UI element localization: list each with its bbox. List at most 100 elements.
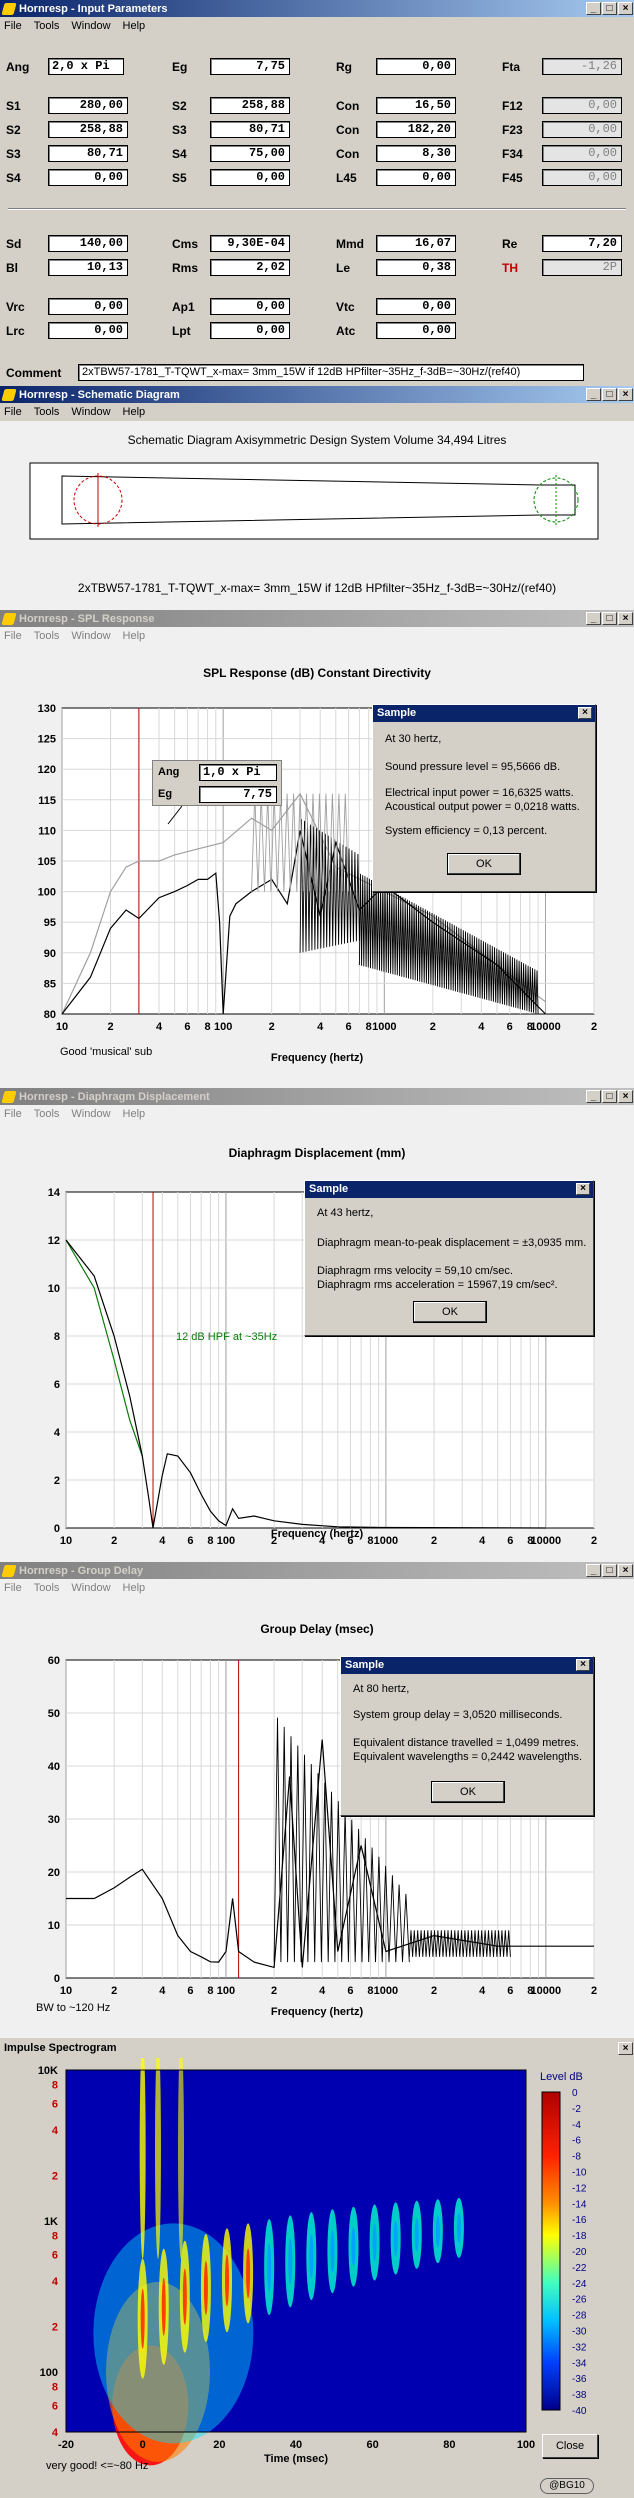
menu-file[interactable]: File <box>4 1108 22 1120</box>
dialog-title: Sample <box>305 1181 593 1198</box>
menu-tools[interactable]: Tools <box>34 630 60 642</box>
param-field-bl[interactable]: 10,13 <box>48 259 128 276</box>
x-tick-label: 100 <box>217 1985 235 1997</box>
menu-file[interactable]: File <box>4 406 22 418</box>
schematic-drawing <box>29 462 599 540</box>
ok-button[interactable]: OK <box>413 1301 487 1323</box>
comment-field[interactable]: 2xTBW57-1781_T-TQWT_x-max= 3mm_15W if 12… <box>78 364 584 381</box>
maximize-button[interactable]: □ <box>602 388 617 401</box>
schematic-titlebar[interactable]: Hornresp - Schematic Diagram _ □ × <box>0 386 634 403</box>
param-field-con[interactable]: 16,50 <box>376 97 456 114</box>
param-field-sd[interactable]: 140,00 <box>48 235 128 252</box>
close-button[interactable]: × <box>618 2 633 15</box>
menu-help[interactable]: Help <box>123 406 146 418</box>
param-field-s3[interactable]: 80,71 <box>48 145 128 162</box>
param-field-con[interactable]: 8,30 <box>376 145 456 162</box>
disp-heading: Diaphragm Displacement (mm) <box>228 1146 406 1160</box>
ok-button[interactable]: OK <box>431 1781 505 1803</box>
param-field-re[interactable]: 7,20 <box>542 235 622 252</box>
param-field-s4[interactable]: 75,00 <box>210 145 290 162</box>
param-field-vrc[interactable]: 0,00 <box>48 298 128 315</box>
param-field-s5[interactable]: 0,00 <box>210 169 290 186</box>
x-tick-label: 4 <box>159 1985 166 1997</box>
spec-titlebar[interactable]: Impulse Spectrogram × <box>0 2038 634 2058</box>
menu-tools[interactable]: Tools <box>34 406 60 418</box>
param-field-s1[interactable]: 280,00 <box>48 97 128 114</box>
menu-file[interactable]: File <box>4 1582 22 1594</box>
menu-file[interactable]: File <box>4 20 22 32</box>
param-field-le[interactable]: 0,38 <box>376 259 456 276</box>
param-field-rg[interactable]: 0,00 <box>376 58 456 75</box>
spl-window: Hornresp - SPL Response _ □ × File Tools Wind… <box>0 610 634 1088</box>
menu-window[interactable]: Window <box>71 1108 110 1120</box>
menu-help[interactable]: Help <box>123 20 146 32</box>
param-field-vtc[interactable]: 0,00 <box>376 298 456 315</box>
maximize-button[interactable]: □ <box>602 1090 617 1103</box>
menu-file[interactable]: File <box>4 630 22 642</box>
param-label-ang: Ang <box>6 60 30 74</box>
param-field-f34[interactable]: 0,00 <box>542 145 622 162</box>
maximize-button[interactable]: □ <box>602 612 617 625</box>
dialog-close-button[interactable]: × <box>576 1659 590 1671</box>
minimize-button[interactable]: _ <box>586 612 601 625</box>
maximize-button[interactable]: □ <box>602 1564 617 1577</box>
param-field-f12[interactable]: 0,00 <box>542 97 622 114</box>
param-field-atc[interactable]: 0,00 <box>376 322 456 339</box>
param-field-th[interactable]: 2P <box>542 259 622 276</box>
input-titlebar[interactable]: Hornresp - Input Parameters _ □ × <box>0 0 634 17</box>
param-field-cms[interactable]: 9,30E-04 <box>210 235 290 252</box>
energy-streak-core <box>393 2220 398 2257</box>
menu-help[interactable]: Help <box>123 630 146 642</box>
param-field-mmd[interactable]: 16,07 <box>376 235 456 252</box>
close-button[interactable]: × <box>618 1090 633 1103</box>
gd-heading: Group Delay (msec) <box>260 1622 374 1636</box>
param-field-s3[interactable]: 80,71 <box>210 121 290 138</box>
menu-tools[interactable]: Tools <box>34 20 60 32</box>
param-field-fta[interactable]: -1,26 <box>542 58 622 75</box>
minimize-button[interactable]: _ <box>586 1090 601 1103</box>
menu-window[interactable]: Window <box>71 20 110 32</box>
version-badge: @BG10 <box>540 2478 594 2494</box>
menu-help[interactable]: Help <box>123 1108 146 1120</box>
menu-tools[interactable]: Tools <box>34 1108 60 1120</box>
disp-titlebar[interactable]: Hornresp - Diaphragm Displacement _ □ × <box>0 1088 634 1105</box>
param-field-l45[interactable]: 0,00 <box>376 169 456 186</box>
y-tick-label: 90 <box>44 948 56 960</box>
gd-titlebar[interactable]: Hornresp - Group Delay _ □ × <box>0 1562 634 1579</box>
menu-window[interactable]: Window <box>71 630 110 642</box>
dialog-close-button[interactable]: × <box>576 1183 590 1195</box>
popup-ang-field[interactable]: 1,0 x Pi <box>199 764 277 781</box>
y-tick-label: 30 <box>48 1814 60 1826</box>
param-field-rms[interactable]: 2,02 <box>210 259 290 276</box>
close-button[interactable]: × <box>618 388 633 401</box>
minimize-button[interactable]: _ <box>586 388 601 401</box>
close-button[interactable]: × <box>618 2041 633 2055</box>
param-field-s2[interactable]: 258,88 <box>210 97 290 114</box>
ok-button[interactable]: OK <box>447 853 521 875</box>
menu-help[interactable]: Help <box>123 1582 146 1594</box>
popup-eg-field[interactable]: 7,75 <box>199 786 277 803</box>
close-button[interactable]: × <box>618 1564 633 1577</box>
x-tick-label: 1000 <box>374 1985 398 1997</box>
dialog-close-button[interactable]: × <box>578 707 592 719</box>
param-field-s2[interactable]: 258,88 <box>48 121 128 138</box>
maximize-button[interactable]: □ <box>602 2 617 15</box>
minimize-button[interactable]: _ <box>586 1564 601 1577</box>
spl-titlebar[interactable]: Hornresp - SPL Response _ □ × <box>0 610 634 627</box>
param-field-lpt[interactable]: 0,00 <box>210 322 290 339</box>
close-button[interactable]: Close <box>542 2434 598 2458</box>
minimize-button[interactable]: _ <box>586 2 601 15</box>
menu-tools[interactable]: Tools <box>34 1582 60 1594</box>
param-field-ang[interactable]: 2,0 x Pi <box>48 58 124 75</box>
param-field-eg[interactable]: 7,75 <box>210 58 290 75</box>
param-field-ap1[interactable]: 0,00 <box>210 298 290 315</box>
menu-window[interactable]: Window <box>71 1582 110 1594</box>
param-field-lrc[interactable]: 0,00 <box>48 322 128 339</box>
param-field-s4[interactable]: 0,00 <box>48 169 128 186</box>
close-button[interactable]: × <box>618 612 633 625</box>
dialog-line: Acoustical output power = 0,0218 watts. <box>385 801 580 813</box>
param-field-f45[interactable]: 0,00 <box>542 169 622 186</box>
param-field-f23[interactable]: 0,00 <box>542 121 622 138</box>
param-field-con[interactable]: 182,20 <box>376 121 456 138</box>
menu-window[interactable]: Window <box>71 406 110 418</box>
